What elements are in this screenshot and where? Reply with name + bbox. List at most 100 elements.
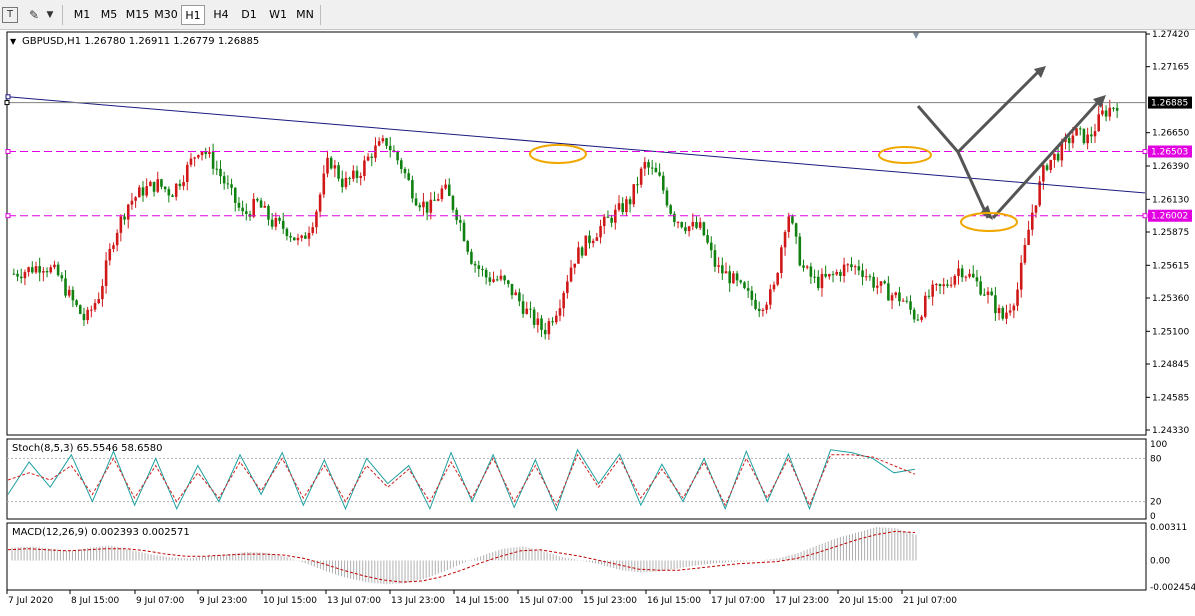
current-price-handle[interactable] [4, 100, 10, 106]
timeframe-h4-button[interactable]: H4 [209, 5, 233, 25]
candle-body [433, 199, 436, 201]
time-tick-label: 8 Jul 15:00 [71, 596, 120, 606]
candle-body [455, 209, 458, 221]
shapes-tool-icon[interactable]: ✎ [24, 6, 44, 24]
candle-body [466, 241, 470, 252]
candle-body [86, 309, 89, 321]
candle-body [569, 267, 573, 282]
candle-body [138, 187, 141, 198]
candle-body [942, 284, 946, 287]
resistance-level-line-handle-left[interactable] [5, 149, 11, 155]
toolbar-separator [320, 5, 321, 25]
time-tick-label: 9 Jul 07:00 [136, 596, 185, 606]
candle-body [525, 308, 529, 314]
timeframe-mn-button[interactable]: MN [292, 5, 318, 25]
candle-body [650, 167, 654, 169]
candle-body [503, 275, 506, 281]
candle-body [352, 170, 355, 179]
candle-body [898, 292, 901, 302]
timeframe-w1-button[interactable]: W1 [266, 5, 290, 25]
support-level-line-handle-right[interactable] [1142, 213, 1148, 219]
candle-body [824, 273, 827, 277]
candle-body [654, 167, 658, 173]
candle-body [610, 217, 613, 223]
candle-body [577, 247, 580, 264]
candle-body [45, 271, 49, 273]
dropdown-marker-icon[interactable]: ▼ [10, 37, 17, 46]
toolbar-separator [62, 5, 63, 25]
time-tick-label: 13 Jul 07:00 [327, 596, 381, 606]
candle-body [702, 222, 706, 236]
candle-body [222, 176, 226, 184]
candle-body [208, 151, 211, 154]
candle-body [304, 235, 307, 239]
candle-body [292, 237, 296, 241]
candle-body [916, 319, 920, 321]
candle-body [115, 232, 119, 246]
candle-body [160, 179, 163, 187]
candle-body [237, 202, 241, 208]
candle-body [167, 189, 171, 196]
candle-body [470, 251, 473, 264]
candle-body [713, 250, 717, 267]
candle-body [1001, 307, 1005, 319]
candle-body [883, 281, 886, 284]
candle-body [385, 138, 388, 146]
chart-area: 1.27420 1.27165 1.26650 1.26390 1.26130 1.258… [4, 30, 1195, 606]
candle-body [259, 200, 263, 208]
candle-body [573, 263, 577, 268]
timeframe-m30-button[interactable]: M30 [153, 5, 179, 25]
timeframe-d1-button[interactable]: D1 [237, 5, 261, 25]
timeframe-m15-button[interactable]: M15 [124, 5, 151, 25]
candle-body [370, 156, 374, 158]
candle-body [1067, 138, 1071, 144]
candle-body [19, 276, 23, 279]
candle-body [396, 152, 399, 161]
candle-body [337, 165, 340, 179]
support-level-line-handle-left[interactable] [5, 213, 11, 219]
candle-body [776, 273, 779, 285]
candle-body [584, 235, 588, 256]
text-tool-icon[interactable]: T [2, 7, 18, 23]
candle-body [241, 207, 244, 212]
timeframe-m5-button[interactable]: M5 [97, 5, 121, 25]
timeframe-m1-button[interactable]: M1 [70, 5, 94, 25]
candle-body [909, 301, 912, 310]
candle-body [418, 205, 422, 208]
candle-body [876, 285, 879, 288]
candle-body [278, 217, 281, 221]
candle-body [1019, 262, 1023, 290]
candle-body [746, 288, 750, 291]
candle-body [411, 180, 414, 199]
candle-body [315, 211, 318, 228]
dropdown-arrow-icon[interactable]: ▼ [44, 6, 56, 24]
candle-body [112, 245, 115, 249]
candle-body [938, 284, 942, 287]
candle-body [381, 138, 385, 142]
candle-body [233, 187, 237, 203]
candle-body [975, 277, 979, 282]
candle-body [510, 283, 514, 296]
candle-body [473, 263, 477, 266]
candle-body [750, 290, 754, 300]
time-tick-label: 17 Jul 07:00 [711, 596, 765, 606]
candle-body [1101, 110, 1104, 115]
timeframe-h1-button[interactable]: H1 [181, 5, 205, 25]
candle-body [67, 289, 71, 296]
stoch-tick-label: 20 [1150, 498, 1162, 508]
trendline-handle[interactable] [5, 94, 11, 100]
candle-body [366, 156, 370, 161]
candle-body [425, 201, 429, 213]
time-tick-label: 14 Jul 15:00 [455, 596, 509, 606]
candle-body [901, 300, 905, 302]
candle-body [769, 289, 772, 305]
candle-body [322, 173, 326, 195]
candle-body [1108, 107, 1112, 117]
candle-body [949, 284, 953, 286]
price-tick-label: 1.25615 [1152, 261, 1189, 271]
candle-body [1104, 110, 1108, 117]
candle-body [728, 271, 731, 284]
resistance-level-line-handle-right[interactable] [1142, 149, 1148, 155]
candle-body [628, 199, 632, 205]
candle-body [868, 276, 872, 278]
